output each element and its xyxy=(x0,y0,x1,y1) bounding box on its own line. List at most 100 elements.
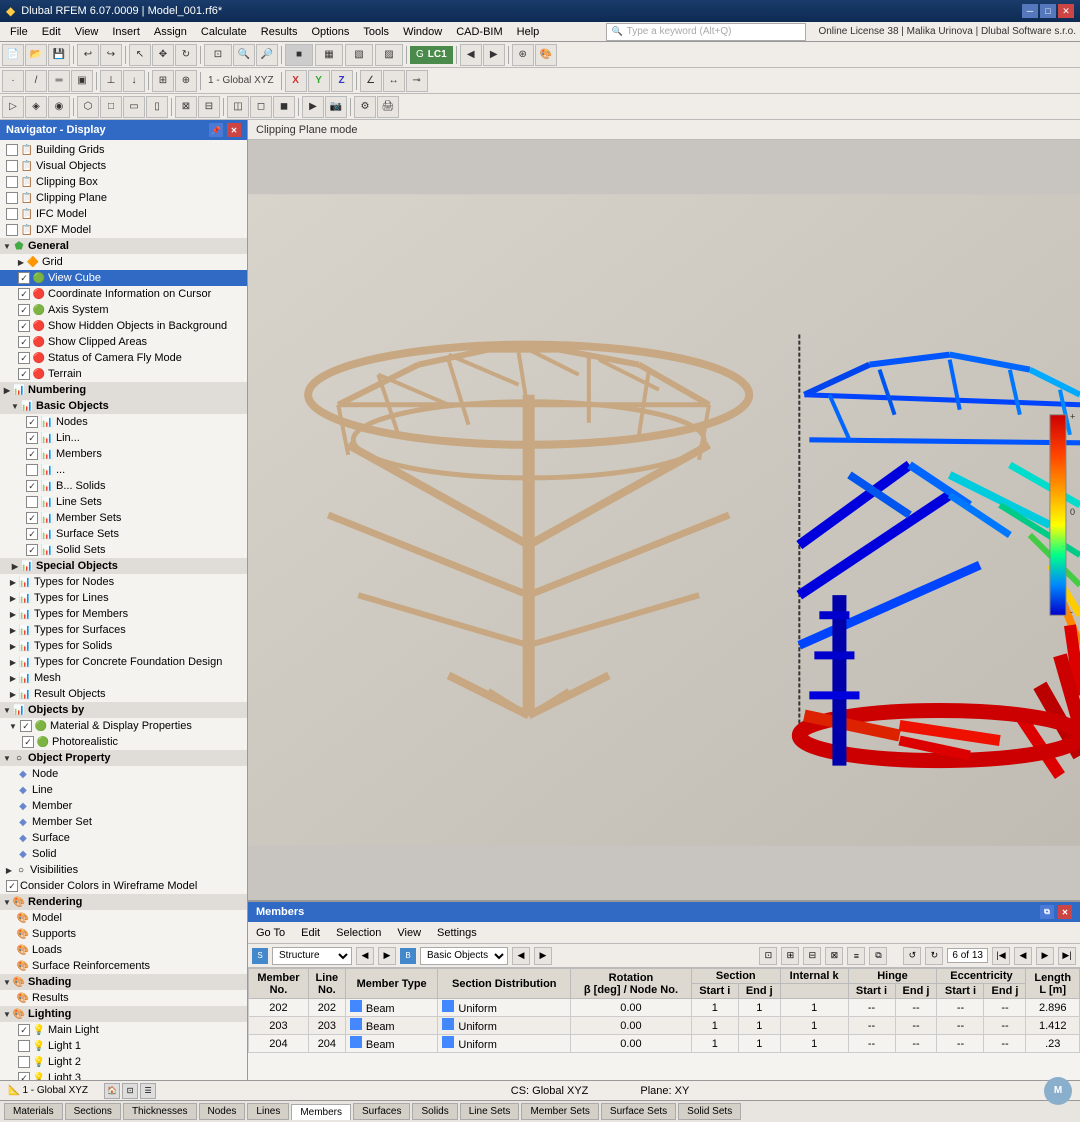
filter-icon1[interactable]: ⊡ xyxy=(759,947,777,965)
view2-btn[interactable]: ▦ xyxy=(315,44,343,66)
tree-surfaces-item[interactable]: 📊 ... xyxy=(0,462,247,478)
move-btn[interactable]: ✥ xyxy=(152,44,174,66)
general-arrow[interactable]: ▼ xyxy=(2,241,12,251)
tree-object-property[interactable]: ▼ ○ Object Property xyxy=(0,750,247,766)
types-concrete-arrow[interactable]: ▶ xyxy=(8,657,18,667)
material-display-checkbox[interactable] xyxy=(20,720,32,732)
menu-assign[interactable]: Assign xyxy=(148,24,193,40)
node-btn[interactable]: · xyxy=(2,70,24,92)
tab-surface-sets[interactable]: Surface Sets xyxy=(601,1103,676,1120)
select-btn[interactable]: ↖ xyxy=(129,44,151,66)
tree-lighting[interactable]: ▼ 🎨 Lighting xyxy=(0,1006,247,1022)
menu-window[interactable]: Window xyxy=(397,24,448,40)
bottom-selection[interactable]: Selection xyxy=(332,925,385,941)
line-btn[interactable]: / xyxy=(25,70,47,92)
view-cube-checkbox[interactable] xyxy=(18,272,30,284)
types-surfaces-arrow[interactable]: ▶ xyxy=(8,625,18,635)
print-btn[interactable]: 🖨 xyxy=(377,96,399,118)
search-box[interactable]: 🔍 Type a keyword (Alt+Q) xyxy=(606,23,806,41)
tab-lines[interactable]: Lines xyxy=(247,1103,289,1120)
tree-types-lines[interactable]: ▶ 📊 Types for Lines xyxy=(0,590,247,606)
main-light-checkbox[interactable] xyxy=(18,1024,30,1036)
save-btn[interactable]: 💾 xyxy=(48,44,70,66)
tree-member-prop[interactable]: ◆ Member xyxy=(0,798,247,814)
view1-btn[interactable]: ■ xyxy=(285,44,313,66)
tree-terrain[interactable]: 🔴 Terrain xyxy=(0,366,247,382)
settings-btn[interactable]: ⚙ xyxy=(354,96,376,118)
nav-icon3[interactable]: ☰ xyxy=(140,1083,156,1099)
nav-icon1[interactable]: 🏠 xyxy=(104,1083,120,1099)
member-btn[interactable]: ═ xyxy=(48,70,70,92)
open-btn[interactable]: 📂 xyxy=(25,44,47,66)
view-front-btn[interactable]: ▭ xyxy=(123,96,145,118)
tree-types-members[interactable]: ▶ 📊 Types for Members xyxy=(0,606,247,622)
surfaces-item-checkbox[interactable] xyxy=(26,464,38,476)
camera-fly-checkbox[interactable] xyxy=(18,352,30,364)
tree-member-sets[interactable]: 📊 Member Sets xyxy=(0,510,247,526)
z-axis-btn[interactable]: Z xyxy=(331,70,353,92)
tree-special-objects[interactable]: ▶ 📊 Special Objects xyxy=(0,558,247,574)
tree-show-clipped[interactable]: 🔴 Show Clipped Areas xyxy=(0,334,247,350)
tree-visibilities[interactable]: ▶ ○ Visibilities xyxy=(0,862,247,878)
bottom-panel-close-btn[interactable]: ✕ xyxy=(1058,905,1072,919)
tree-line-sets[interactable]: 📊 Line Sets xyxy=(0,494,247,510)
building-grids-checkbox[interactable] xyxy=(6,144,18,156)
tab-line-sets[interactable]: Line Sets xyxy=(460,1103,520,1120)
section-btn[interactable]: ⊟ xyxy=(198,96,220,118)
tab-members[interactable]: Members xyxy=(291,1104,351,1120)
menu-view[interactable]: View xyxy=(69,24,105,40)
tree-rendering[interactable]: ▼ 🎨 Rendering xyxy=(0,894,247,910)
cat-prev-btn[interactable]: ◀ xyxy=(512,947,530,965)
shading-arrow[interactable]: ▼ xyxy=(2,977,12,987)
rendering-arrow[interactable]: ▼ xyxy=(2,897,12,907)
photorealistic-checkbox[interactable] xyxy=(22,736,34,748)
filter-prev-btn[interactable]: ◀ xyxy=(356,947,374,965)
solid-sets-checkbox[interactable] xyxy=(26,544,38,556)
tree-dxf-model[interactable]: 📋 DXF Model xyxy=(0,222,247,238)
bottom-edit[interactable]: Edit xyxy=(297,925,324,941)
tree-model-render[interactable]: 🎨 Model xyxy=(0,910,247,926)
zoom-in-btn[interactable]: 🔍 xyxy=(233,44,255,66)
clipping-btn[interactable]: ⊠ xyxy=(175,96,197,118)
measure-btn[interactable]: ↔ xyxy=(383,70,405,92)
view-top-btn[interactable]: □ xyxy=(100,96,122,118)
view4-btn[interactable]: ▨ xyxy=(375,44,403,66)
snap-btn[interactable]: ⊕ xyxy=(175,70,197,92)
tab-solid-sets[interactable]: Solid Sets xyxy=(678,1103,741,1120)
light2-checkbox[interactable] xyxy=(18,1056,30,1068)
viewport-canvas[interactable]: + 0 - xyxy=(248,140,1080,900)
table-row[interactable]: 202 202 Beam Uniform 0.00 1 1 1 xyxy=(249,999,1080,1017)
visibilities-arrow[interactable]: ▶ xyxy=(4,865,14,875)
tree-basic-objects-section[interactable]: ▼ 📊 Basic Objects xyxy=(0,398,247,414)
wireframe-btn[interactable]: ◻ xyxy=(250,96,272,118)
menu-file[interactable]: File xyxy=(4,24,34,40)
special-objects-arrow[interactable]: ▶ xyxy=(10,561,20,571)
prev-lc-btn[interactable]: ◀ xyxy=(460,44,482,66)
support-btn[interactable]: ⊥ xyxy=(100,70,122,92)
filter-icon7[interactable]: ↺ xyxy=(903,947,921,965)
menu-help[interactable]: Help xyxy=(511,24,546,40)
colors-rendered-arrow[interactable]: ▼ xyxy=(2,705,12,715)
tree-result-objects[interactable]: ▶ 📊 Result Objects xyxy=(0,686,247,702)
zoom-out-btn[interactable]: 🔎 xyxy=(256,44,278,66)
nav-close-btn[interactable]: ✕ xyxy=(227,123,241,137)
filter-icon2[interactable]: ⊞ xyxy=(781,947,799,965)
bottom-settings[interactable]: Settings xyxy=(433,925,481,941)
tree-mesh[interactable]: ▶ 📊 Mesh xyxy=(0,670,247,686)
screenshot-btn[interactable]: 📷 xyxy=(325,96,347,118)
table-row[interactable]: 203 203 Beam Uniform 0.00 1 1 1 xyxy=(249,1017,1080,1035)
tree-lines[interactable]: 📊 Lin... xyxy=(0,430,247,446)
solid-render-btn[interactable]: ◼ xyxy=(273,96,295,118)
tree-members[interactable]: 📊 Members xyxy=(0,446,247,462)
type-filter[interactable]: Structure All xyxy=(272,947,352,965)
tree-shading[interactable]: ▼ 🎨 Shading xyxy=(0,974,247,990)
tree-visual-objects[interactable]: 📋 Visual Objects xyxy=(0,158,247,174)
x-axis-btn[interactable]: X xyxy=(285,70,307,92)
bottom-goto[interactable]: Go To xyxy=(252,925,289,941)
dimension-btn[interactable]: ⊸ xyxy=(406,70,428,92)
clipping-plane-checkbox[interactable] xyxy=(6,192,18,204)
bottom-view[interactable]: View xyxy=(393,925,425,941)
filter-icon3[interactable]: ⊟ xyxy=(803,947,821,965)
new-btn[interactable]: 📄 xyxy=(2,44,24,66)
tree-general-section[interactable]: ▼ ⬟ General xyxy=(0,238,247,254)
